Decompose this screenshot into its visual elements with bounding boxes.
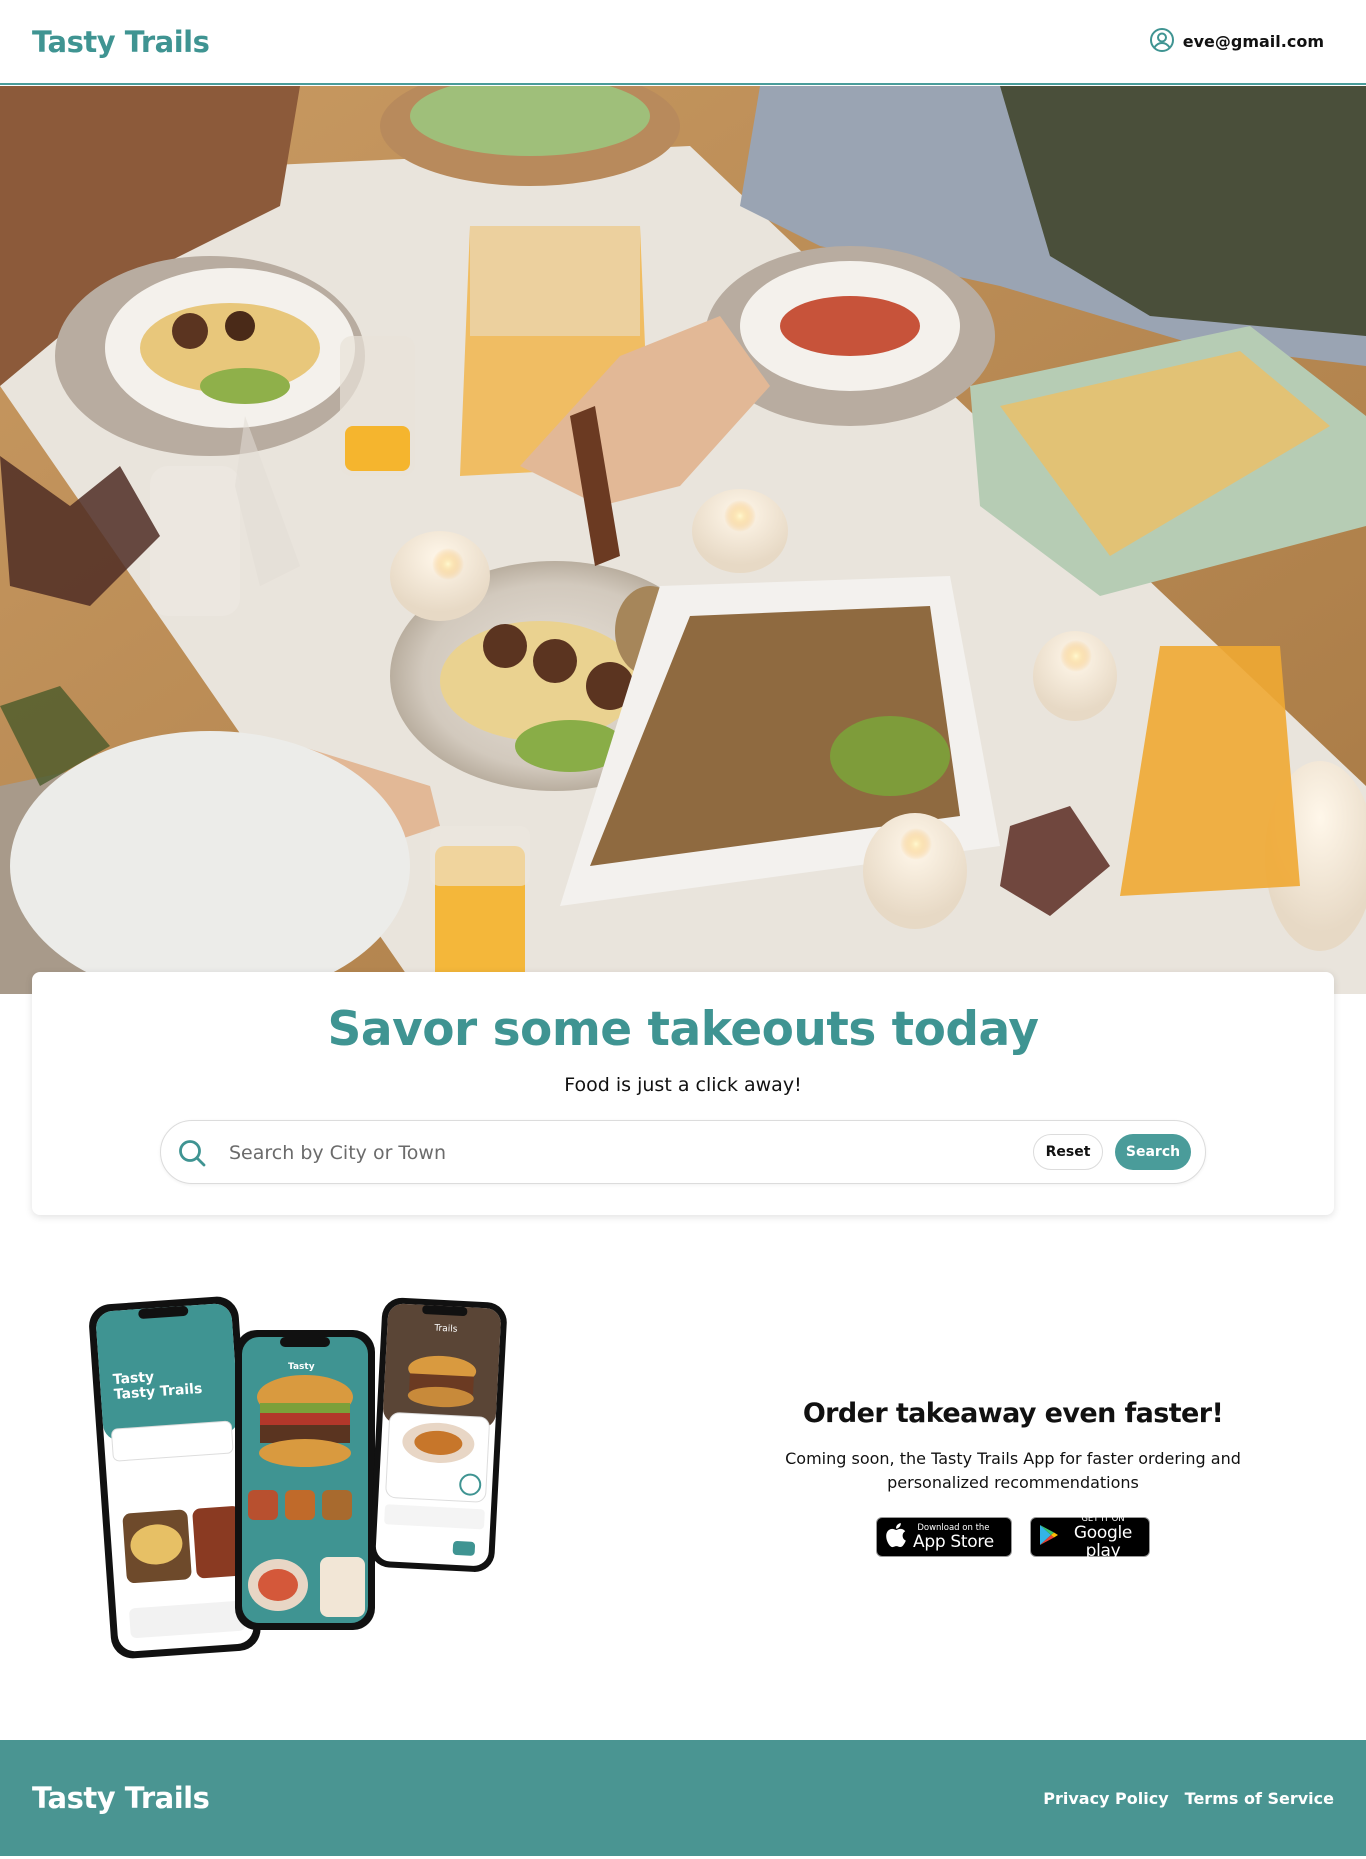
right-phone-title: Trails [433, 1323, 458, 1334]
hero-image [0, 86, 1366, 994]
promo-description: Coming soon, the Tasty Trails App for fa… [785, 1449, 1241, 1492]
terms-of-service-link[interactable]: Terms of Service [1185, 1789, 1334, 1808]
google-play-big: Google play [1073, 1523, 1133, 1561]
hero-heading: Savor some takeouts today [327, 1002, 1039, 1057]
account-email: eve@gmail.com [1182, 32, 1324, 51]
footer-brand[interactable]: Tasty Trails [32, 1781, 210, 1815]
google-play-badge[interactable]: GET IT ON Google play [1030, 1514, 1150, 1561]
search-input[interactable] [229, 1133, 949, 1173]
hero-subheading: Food is just a click away! [564, 1074, 802, 1096]
center-phone-title: Tasty [288, 1362, 315, 1372]
brand-logo[interactable]: Tasty Trails [32, 25, 210, 59]
reset-button[interactable]: Reset [1033, 1134, 1103, 1170]
footer-links: Privacy Policy Terms of Service [1043, 1789, 1334, 1808]
search-card: Savor some takeouts today Food is just a… [32, 972, 1334, 1215]
google-play-icon [1039, 1524, 1059, 1550]
search-icon [177, 1138, 207, 1168]
privacy-policy-link[interactable]: Privacy Policy [1043, 1789, 1168, 1808]
app-phones-image: Tasty Tasty Trails Tasty Trails [80, 1285, 620, 1705]
account-menu[interactable]: eve@gmail.com [1149, 27, 1324, 57]
apple-icon [885, 1522, 907, 1552]
search-bar: Reset Search [160, 1120, 1206, 1184]
store-badges: Download on the App Store GET IT ON Goog… [740, 1514, 1286, 1561]
site-header: Tasty Trails eve@gmail.com [0, 0, 1366, 85]
app-store-badge[interactable]: Download on the App Store [876, 1517, 1012, 1557]
app-store-big: App Store [913, 1532, 994, 1552]
promo-heading: Order takeaway even faster! [802, 1398, 1224, 1429]
site-footer: Tasty Trails Privacy Policy Terms of Ser… [0, 1740, 1366, 1856]
app-promo: Order takeaway even faster! Coming soon,… [740, 1398, 1286, 1561]
search-button[interactable]: Search [1115, 1134, 1191, 1170]
user-circle-icon [1149, 27, 1175, 57]
